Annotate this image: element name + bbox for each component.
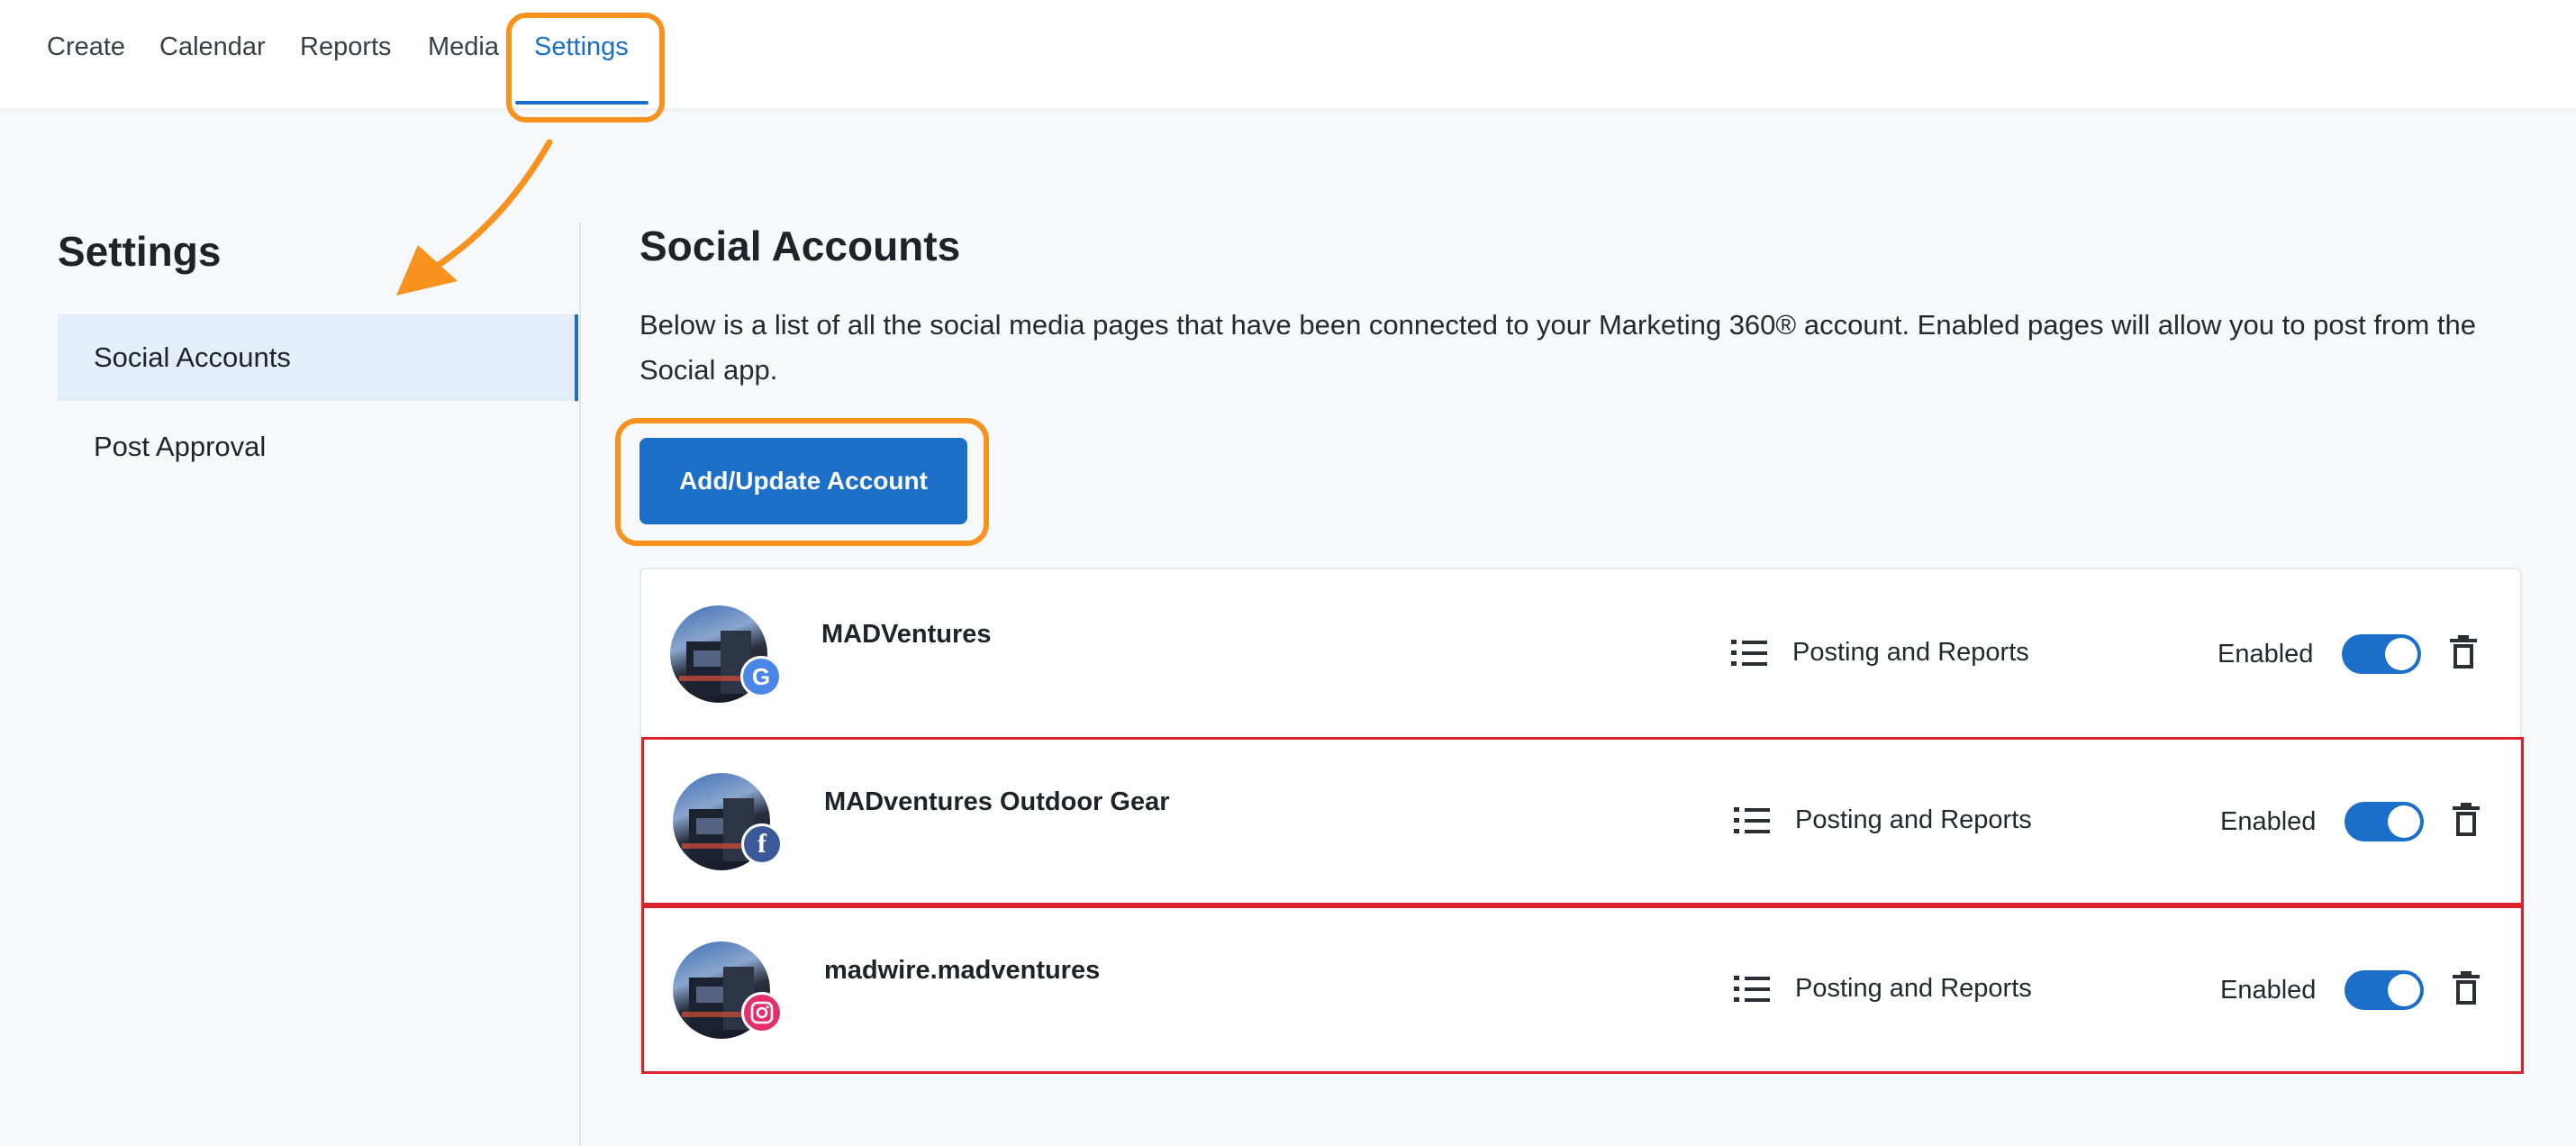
permission-label: Posting and Reports: [1795, 805, 2032, 834]
sidebar-item-social-accounts[interactable]: Social Accounts: [58, 314, 578, 401]
sidebar-item-post-approval[interactable]: Post Approval: [58, 404, 578, 490]
add-update-account-button[interactable]: Add/Update Account: [639, 438, 967, 524]
enabled-toggle[interactable]: [2345, 970, 2424, 1010]
status-label: Enabled: [2220, 807, 2317, 836]
trash-icon[interactable]: [2453, 802, 2480, 838]
status-label: Enabled: [2218, 640, 2314, 668]
tab-calendar[interactable]: Calendar: [159, 32, 266, 62]
list-icon: [1731, 638, 1767, 668]
account-row: G MADVentures Posting and Reports Enable…: [641, 569, 2524, 738]
trash-icon[interactable]: [2450, 634, 2477, 670]
trash-icon[interactable]: [2453, 970, 2480, 1006]
accounts-list: G MADVentures Posting and Reports Enable…: [639, 568, 2524, 1074]
account-name: MADVentures: [821, 620, 992, 649]
permission-label: Posting and Reports: [1795, 974, 2032, 1003]
google-icon: G: [740, 656, 782, 697]
permission-label: Posting and Reports: [1792, 638, 2029, 667]
instagram-icon: [741, 992, 783, 1033]
account-name: madwire.madventures: [824, 956, 1101, 985]
top-nav: Create Calendar Reports Media Settings: [0, 0, 2576, 108]
list-icon: [1734, 974, 1770, 1005]
account-name: MADventures Outdoor Gear: [824, 787, 1170, 816]
tab-media[interactable]: Media: [428, 32, 499, 62]
page-title: Social Accounts: [639, 223, 961, 269]
sidebar-item-label: Post Approval: [94, 431, 267, 462]
sidebar-item-label: Social Accounts: [94, 341, 291, 373]
enabled-toggle[interactable]: [2342, 634, 2421, 674]
page-description: Below is a list of all the social media …: [639, 309, 2477, 386]
list-icon: [1734, 805, 1770, 836]
sidebar-divider: [579, 222, 581, 1146]
enabled-toggle[interactable]: [2345, 802, 2424, 841]
tab-reports[interactable]: Reports: [300, 32, 392, 62]
account-row: madwire.madventures Posting and Reports …: [641, 905, 2524, 1074]
facebook-icon: f: [741, 823, 783, 865]
tab-create[interactable]: Create: [47, 32, 125, 62]
arrow-annotation-icon: [396, 139, 553, 296]
sidebar-title: Settings: [58, 228, 222, 275]
settings-tab-annotation: [506, 13, 665, 123]
status-label: Enabled: [2220, 976, 2317, 1005]
account-row: f MADventures Outdoor Gear Posting and R…: [641, 737, 2524, 905]
